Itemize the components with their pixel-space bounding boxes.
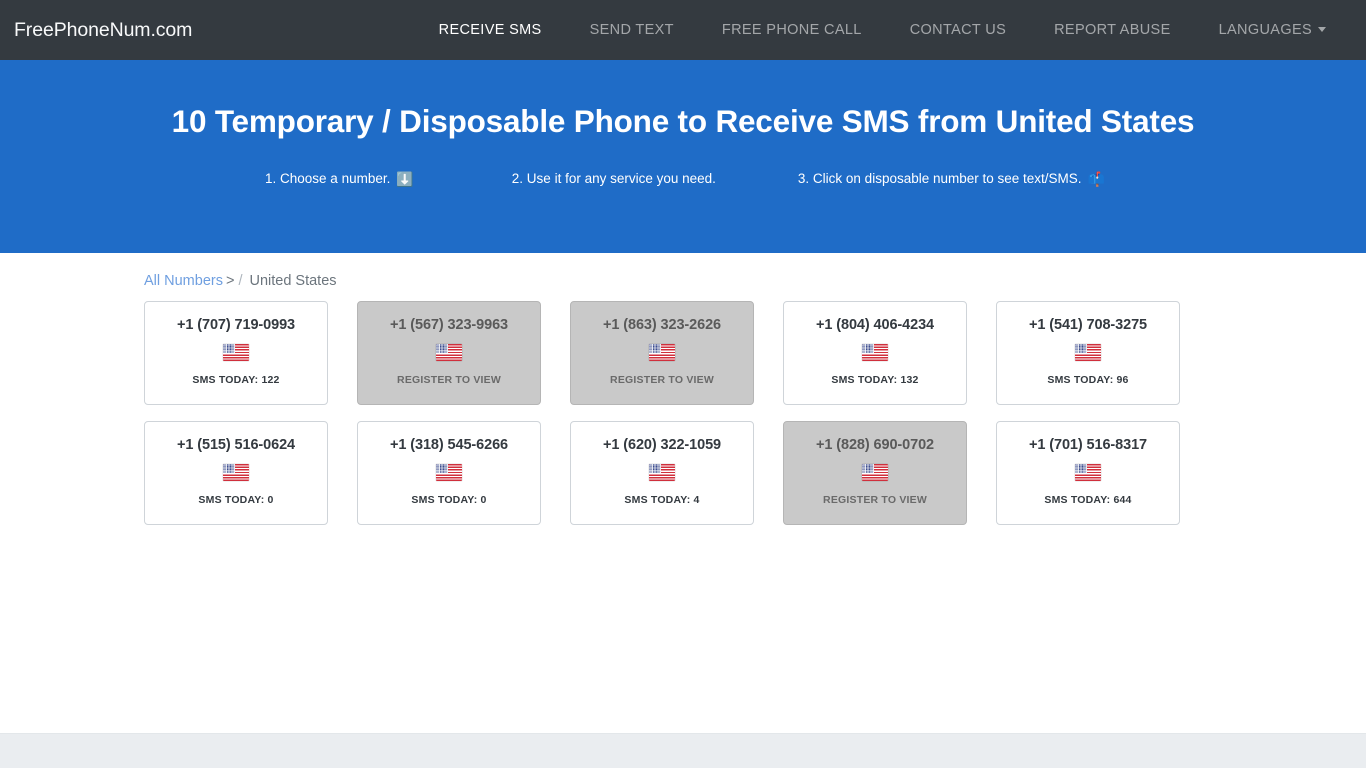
sms-today-count: SMS TODAY: 122 [192,373,280,386]
instruction-steps: 1. Choose a number. ⬇️ 2. Use it for any s… [0,171,1366,186]
flag-canton [223,343,235,353]
flag-canton [862,343,874,353]
content-container: All Numbers > / United States +1 (707) 7… [128,253,1238,541]
us-flag-icon [436,343,462,361]
nav-link-send-text[interactable]: SEND TEXT [566,14,698,46]
nav-link-free-phone-call[interactable]: FREE PHONE CALL [698,14,886,46]
nav-link-contact-us[interactable]: CONTACT US [886,14,1030,46]
breadcrumb-gt: > [225,273,235,289]
phone-number-label: +1 (804) 406-4234 [815,317,935,333]
flag-canton [649,463,661,473]
phone-number-label: +1 (541) 708-3275 [1028,317,1148,333]
us-flag-icon [223,343,249,361]
flag-canton [862,463,874,473]
sms-today-count: SMS TODAY: 132 [831,373,919,386]
flag-canton [223,463,235,473]
us-flag-icon [862,463,888,481]
hero-banner: 10 Temporary / Disposable Phone to Recei… [0,60,1366,253]
phone-number-card[interactable]: +1 (804) 406-4234 SMS TODAY: 132 [783,301,967,405]
instruction-step-text: 1. Choose a number. [265,171,391,187]
phone-number-card[interactable]: +1 (567) 323-9963 REGISTER TO VIEW [357,301,541,405]
phone-number-label: +1 (567) 323-9963 [389,317,509,333]
phone-number-card[interactable]: +1 (828) 690-0702 REGISTER TO VIEW [783,421,967,525]
main-content: All Numbers > / United States +1 (707) 7… [0,253,1366,733]
register-to-view-label: REGISTER TO VIEW [397,373,501,386]
phone-number-label: +1 (515) 516-0624 [176,437,296,453]
top-navbar: FreePhoneNum.com RECEIVE SMS SEND TEXT FRE… [0,0,1366,60]
phone-number-card[interactable]: +1 (863) 323-2626 REGISTER TO VIEW [570,301,754,405]
breadcrumb-current: United States [249,273,337,289]
instruction-step-1: 1. Choose a number. ⬇️ [265,171,414,186]
us-flag-icon [223,463,249,481]
sms-today-count: SMS TODAY: 0 [198,493,274,506]
phone-number-grid: +1 (707) 719-0993 SMS TODAY: 122 +1 (567) … [144,301,1222,541]
phone-number-label: +1 (863) 323-2626 [602,317,722,333]
phone-number-label: +1 (701) 516-8317 [1028,437,1148,453]
phone-number-label: +1 (318) 545-6266 [389,437,509,453]
nav-link-receive-sms[interactable]: RECEIVE SMS [415,14,566,46]
phone-number-card[interactable]: +1 (701) 516-8317 SMS TODAY: 644 [996,421,1180,525]
phone-number-card[interactable]: +1 (318) 545-6266 SMS TODAY: 0 [357,421,541,525]
us-flag-icon [1075,463,1101,481]
sms-today-count: SMS TODAY: 4 [624,493,700,506]
register-to-view-label: REGISTER TO VIEW [610,373,714,386]
phone-number-card[interactable]: +1 (541) 708-3275 SMS TODAY: 96 [996,301,1180,405]
phone-number-card[interactable]: +1 (707) 719-0993 SMS TODAY: 122 [144,301,328,405]
down-arrow-icon: ⬇️ [396,170,414,187]
sms-today-count: SMS TODAY: 644 [1044,493,1132,506]
flag-canton [1075,343,1087,353]
page-title: 10 Temporary / Disposable Phone to Recei… [171,103,1195,139]
us-flag-icon [649,463,675,481]
sms-today-count: SMS TODAY: 96 [1047,373,1129,386]
instruction-step-text: 3. Click on disposable number to see tex… [797,171,1082,187]
phone-number-card[interactable]: +1 (620) 322-1059 SMS TODAY: 4 [570,421,754,525]
flag-canton [436,463,448,473]
flag-canton [649,343,661,353]
phone-number-card[interactable]: +1 (515) 516-0624 SMS TODAY: 0 [144,421,328,525]
breadcrumb-separator: / [238,273,243,289]
register-to-view-label: REGISTER TO VIEW [823,493,927,506]
nav-link-report-abuse[interactable]: REPORT ABUSE [1030,14,1194,46]
flag-canton [1075,463,1087,473]
footer-bar [0,733,1366,768]
instruction-step-2: 2. Use it for any service you need. [512,171,716,186]
us-flag-icon [436,463,462,481]
breadcrumb-all-numbers[interactable]: All Numbers [144,273,223,289]
breadcrumb: All Numbers > / United States [144,253,1222,289]
phone-number-label: +1 (620) 322-1059 [602,437,722,453]
sms-today-count: SMS TODAY: 0 [411,493,487,506]
instruction-step-text: 2. Use it for any service you need. [511,171,716,187]
mailbox-icon: 📫 [1087,170,1105,187]
us-flag-icon [649,343,675,361]
instruction-step-3: 3. Click on disposable number to see tex… [798,171,1105,186]
nav-link-languages[interactable]: LANGUAGES [1195,14,1350,46]
site-logo[interactable]: FreePhoneNum.com [14,19,192,42]
phone-number-label: +1 (828) 690-0702 [815,437,935,453]
nav-links: RECEIVE SMS SEND TEXT FREE PHONE CALL CONTA… [0,0,1350,60]
us-flag-icon [1075,343,1101,361]
phone-number-label: +1 (707) 719-0993 [176,317,296,333]
us-flag-icon [862,343,888,361]
flag-canton [436,343,448,353]
